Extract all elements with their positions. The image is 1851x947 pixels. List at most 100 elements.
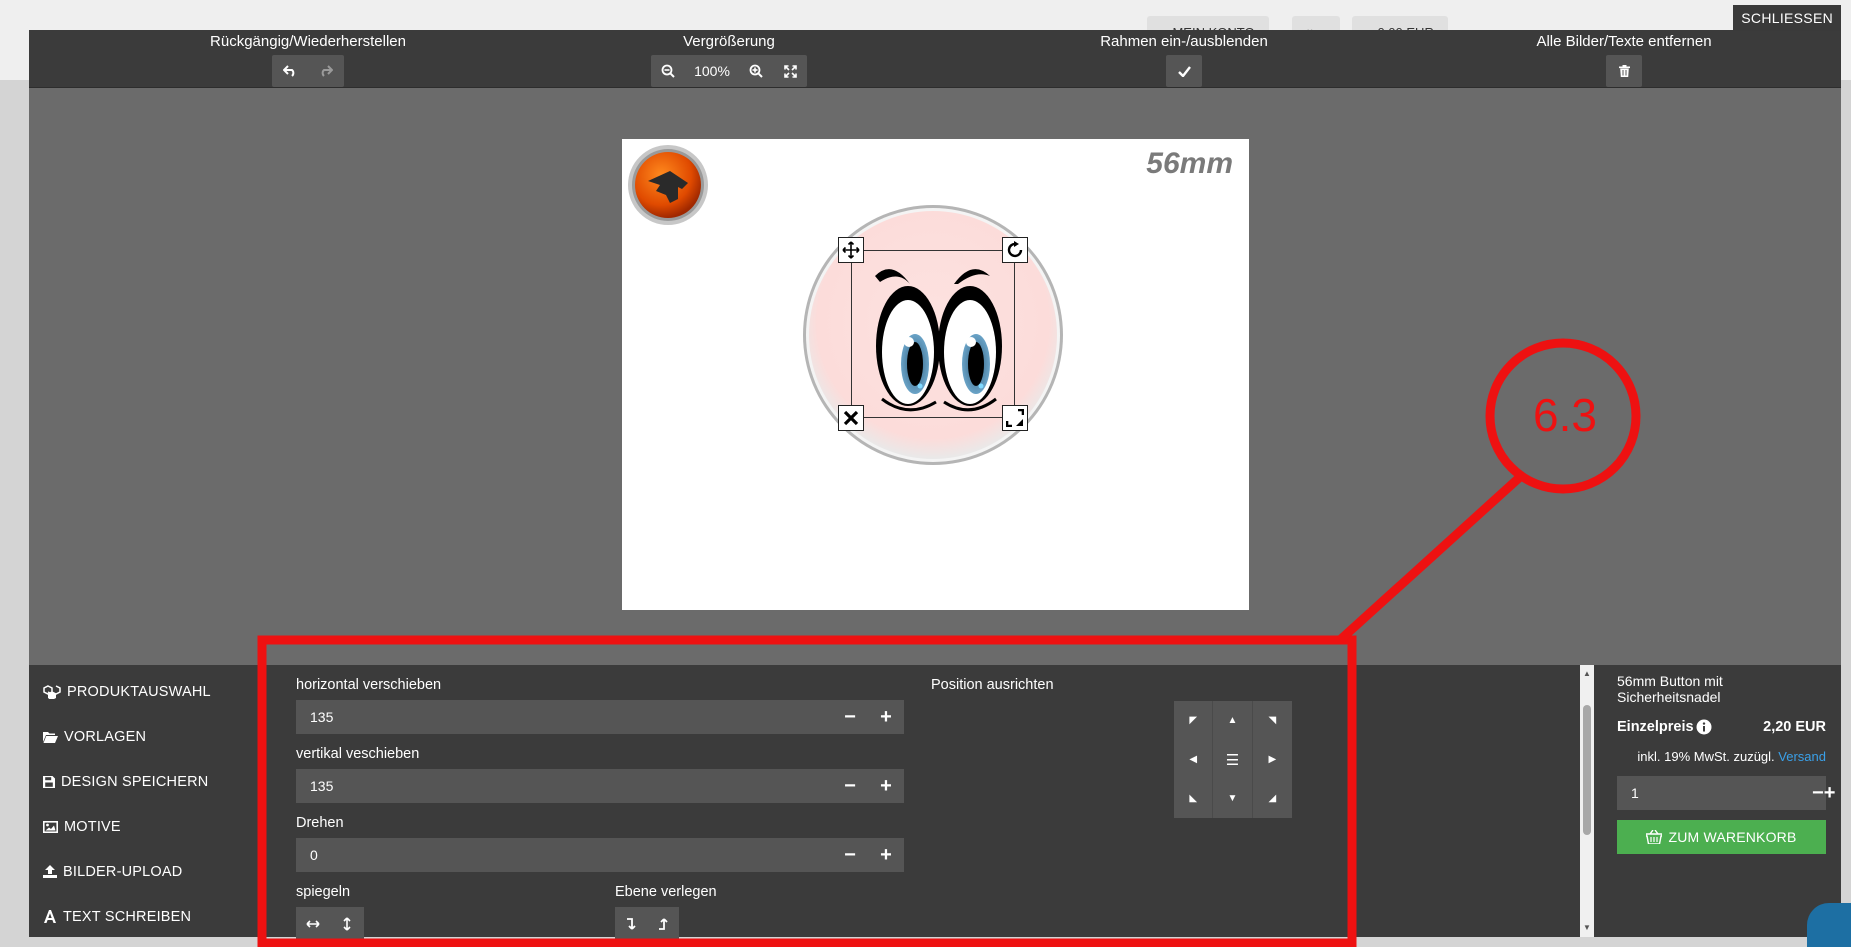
undo-icon bbox=[283, 65, 295, 77]
nav-item-design-speichern[interactable]: DESIGN SPEICHERN bbox=[29, 759, 280, 804]
rotate-handle[interactable] bbox=[1002, 237, 1028, 263]
horizontal-increment-button[interactable]: + bbox=[868, 700, 904, 734]
vertical-increment-button[interactable]: + bbox=[868, 769, 904, 803]
frame-toggle-button[interactable] bbox=[1166, 55, 1202, 87]
nav-item-bilder-upload[interactable]: BILDER-UPLOAD bbox=[29, 849, 280, 894]
align-center-button[interactable]: ☰ bbox=[1213, 740, 1253, 779]
resize-handle[interactable] bbox=[1002, 405, 1028, 431]
check-icon bbox=[1177, 65, 1191, 77]
rotate-input[interactable] bbox=[296, 838, 832, 872]
quantity-decrement-button[interactable]: − bbox=[1812, 776, 1824, 810]
bars-icon: ☰ bbox=[1225, 751, 1240, 769]
nav-item-text-schreiben[interactable]: TEXT SCHREIBEN bbox=[29, 894, 280, 939]
arrow-down-icon: ▼ bbox=[1227, 793, 1238, 804]
size-label: 56mm bbox=[1146, 147, 1233, 180]
arrows-horizontal-icon bbox=[306, 920, 320, 928]
remove-all-button[interactable] bbox=[1606, 55, 1642, 87]
fit-screen-button[interactable] bbox=[773, 55, 807, 87]
align-top-right-button[interactable]: ◥ bbox=[1253, 701, 1292, 740]
trash-icon bbox=[1618, 65, 1630, 77]
zoom-out-button[interactable] bbox=[651, 55, 685, 87]
nav-item-produktauswahl[interactable]: PRODUKTAUSWAHL bbox=[29, 669, 280, 714]
horizontal-input[interactable] bbox=[296, 700, 832, 734]
frame-toggle-label: Rahmen ein-/ausblenden bbox=[1100, 33, 1268, 50]
brand-logo-icon bbox=[628, 145, 708, 225]
align-bottom-right-button[interactable]: ◢ bbox=[1253, 779, 1292, 818]
vertical-input[interactable] bbox=[296, 769, 832, 803]
align-middle-right-button[interactable]: ▶ bbox=[1253, 740, 1292, 779]
image-icon bbox=[43, 820, 58, 833]
product-title: 56mm Button mit Sicherheitsnadel bbox=[1617, 673, 1723, 705]
toolbar: Rückgängig/Wiederherstellen Vergrößerung… bbox=[29, 30, 1841, 88]
layer-buttons bbox=[615, 907, 679, 941]
layer-down-button[interactable] bbox=[615, 907, 647, 941]
left-navigation: PRODUKTAUSWAHL VORLAGEN DESIGN SPEICHERN… bbox=[29, 665, 280, 937]
layer-up-button[interactable] bbox=[647, 907, 679, 941]
undo-redo-label: Rückgängig/Wiederherstellen bbox=[210, 33, 406, 50]
close-button[interactable]: SCHLIESSEN bbox=[1733, 5, 1841, 31]
zoom-value: 100% bbox=[694, 63, 730, 79]
arrow-up-icon: ▲ bbox=[1227, 715, 1238, 726]
align-bottom-center-button[interactable]: ▼ bbox=[1213, 779, 1253, 818]
align-middle-left-button[interactable]: ◀ bbox=[1174, 740, 1214, 779]
arrow-left-icon: ◀ bbox=[1189, 754, 1198, 765]
rotate-increment-button[interactable]: + bbox=[868, 838, 904, 872]
quantity-increment-button[interactable]: + bbox=[1824, 776, 1836, 810]
align-top-center-button[interactable]: ▲ bbox=[1213, 701, 1253, 740]
price-row: Einzelpreis 2,20 EUR bbox=[1617, 719, 1826, 735]
chat-widget-button[interactable] bbox=[1807, 903, 1851, 947]
move-handle[interactable] bbox=[838, 237, 864, 263]
redo-button[interactable] bbox=[308, 55, 344, 87]
undo-button[interactable] bbox=[272, 55, 308, 87]
undo-redo-group: Rückgängig/Wiederherstellen bbox=[189, 30, 427, 87]
mirror-buttons bbox=[296, 907, 364, 941]
nav-item-vorlagen[interactable]: VORLAGEN bbox=[29, 714, 280, 759]
zoom-group: Vergrößerung 100% bbox=[629, 30, 829, 87]
properties-scrollbar[interactable]: ▲ ▼ bbox=[1580, 665, 1594, 937]
add-to-cart-label: ZUM WARENKORB bbox=[1668, 829, 1797, 845]
nav-item-motive[interactable]: MOTIVE bbox=[29, 804, 280, 849]
shipping-link[interactable]: Versand bbox=[1778, 749, 1826, 764]
nav-item-label: TEXT SCHREIBEN bbox=[63, 908, 192, 925]
layer-label: Ebene verlegen bbox=[615, 884, 717, 900]
scroll-up-icon[interactable]: ▲ bbox=[1580, 667, 1594, 681]
horizontal-field: − + bbox=[296, 700, 904, 734]
zoom-label: Vergrößerung bbox=[683, 33, 775, 50]
mirror-vertical-button[interactable] bbox=[330, 907, 364, 941]
floppy-disk-icon bbox=[43, 775, 55, 788]
quantity-input[interactable] bbox=[1617, 785, 1812, 801]
design-canvas[interactable]: 56mm bbox=[622, 139, 1249, 610]
add-to-cart-button[interactable]: ZUM WARENKORB bbox=[1617, 820, 1826, 854]
level-down-icon bbox=[627, 918, 636, 930]
scrollbar-thumb[interactable] bbox=[1583, 705, 1591, 835]
arrows-vertical-icon bbox=[343, 917, 351, 931]
nav-item-label: MOTIVE bbox=[64, 818, 121, 835]
align-bottom-left-button[interactable]: ◣ bbox=[1174, 779, 1214, 818]
folder-open-icon bbox=[43, 731, 58, 743]
remove-all-group: Alle Bilder/Texte entfernen bbox=[1509, 30, 1739, 87]
delete-handle[interactable] bbox=[838, 405, 864, 431]
move-icon bbox=[842, 241, 860, 259]
vertical-label: vertikal veschieben bbox=[296, 746, 420, 762]
product-panel: 56mm Button mit Sicherheitsnadel Einzelp… bbox=[1602, 665, 1841, 937]
arrow-right-icon: ▶ bbox=[1268, 754, 1277, 765]
mirror-horizontal-button[interactable] bbox=[296, 907, 330, 941]
zoom-in-icon bbox=[749, 64, 763, 78]
info-icon[interactable] bbox=[1696, 719, 1712, 735]
nav-item-label: BILDER-UPLOAD bbox=[63, 863, 183, 880]
align-grid: ◤ ▲ ◥ ◀ ☰ ▶ ◣ ▼ ◢ bbox=[1174, 701, 1292, 818]
scroll-down-icon[interactable]: ▼ bbox=[1580, 921, 1594, 935]
align-top-left-button[interactable]: ◤ bbox=[1174, 701, 1214, 740]
tax-text: inkl. 19% MwSt. zuzügl. bbox=[1637, 749, 1775, 764]
arrow-up-right-icon: ◥ bbox=[1268, 715, 1277, 726]
rotate-decrement-button[interactable]: − bbox=[832, 838, 868, 872]
designer-modal: Rückgängig/Wiederherstellen Vergrößerung… bbox=[29, 30, 1841, 941]
horizontal-decrement-button[interactable]: − bbox=[832, 700, 868, 734]
vertical-decrement-button[interactable]: − bbox=[832, 769, 868, 803]
resize-icon bbox=[1006, 409, 1024, 427]
nav-item-label: VORLAGEN bbox=[64, 728, 147, 745]
level-up-icon bbox=[659, 918, 668, 930]
selection-box[interactable] bbox=[851, 250, 1015, 418]
expand-icon bbox=[783, 64, 797, 78]
zoom-in-button[interactable] bbox=[739, 55, 773, 87]
